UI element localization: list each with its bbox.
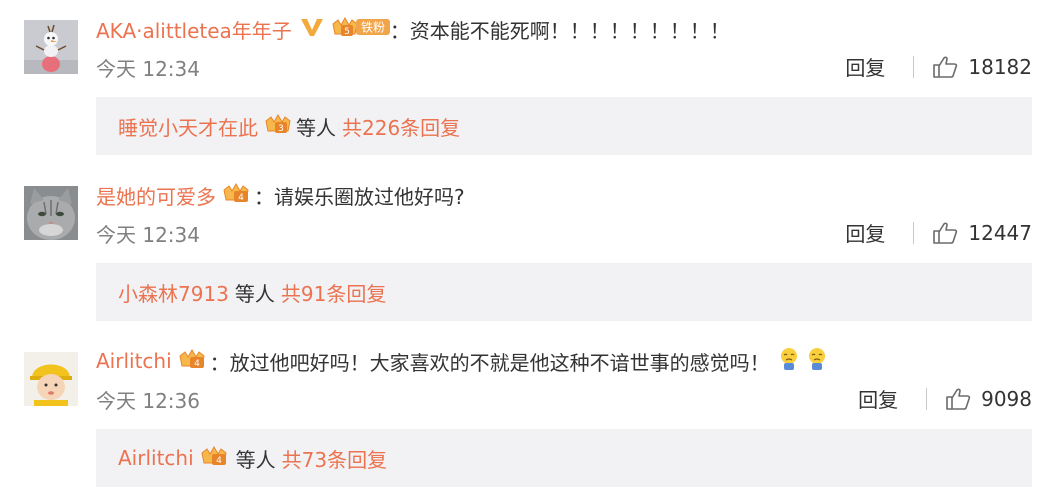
comment-line: Airlitchi 4 ：放过他吧好吗！大家喜欢的不就是他这种不谙世事的感觉吗！ xyxy=(96,346,828,376)
divider xyxy=(926,387,928,410)
username-link[interactable]: 是她的可爱多 xyxy=(96,181,216,210)
svg-text:3: 3 xyxy=(278,124,284,134)
avatar[interactable] xyxy=(24,186,78,240)
thumb-up-icon xyxy=(946,388,971,410)
comment-actions: 回复 9098 xyxy=(858,384,1032,413)
fan-badge-label: 铁粉 xyxy=(361,20,385,34)
reply-summary: 小森林7913 等人 共91条回复 xyxy=(96,263,1032,321)
svg-text:4: 4 xyxy=(238,193,244,203)
like-button[interactable]: 12447 xyxy=(932,221,1032,245)
like-count: 12447 xyxy=(968,220,1032,245)
crown-badge-icon: 4 xyxy=(200,445,232,472)
like-count: 18182 xyxy=(968,54,1032,79)
comment-text: ：请娱乐圈放过他好吗? xyxy=(254,184,465,209)
comment-text: ：放过他吧好吗！大家喜欢的不就是他这种不谙世事的感觉吗！ xyxy=(209,350,770,375)
reply-summary: Airlitchi 4 等人 共73条回复 xyxy=(96,429,1032,487)
avatar[interactable] xyxy=(24,20,78,74)
divider xyxy=(913,55,915,78)
view-replies-link[interactable]: 共91条回复 xyxy=(281,278,386,307)
fan-badge[interactable]: 铁粉 xyxy=(355,17,390,42)
username-link[interactable]: Airlitchi xyxy=(96,349,172,373)
like-button[interactable]: 18182 xyxy=(932,55,1032,79)
avatar[interactable] xyxy=(24,352,78,406)
svg-text:5: 5 xyxy=(344,27,350,37)
comment-time: 今天 12:34 xyxy=(96,57,200,81)
reply-button[interactable]: 回复 xyxy=(845,52,885,81)
sad-emoji-icon xyxy=(778,347,800,376)
reply-button[interactable]: 回复 xyxy=(858,384,898,413)
like-count: 9098 xyxy=(981,386,1032,411)
comment-actions: 回复 12447 xyxy=(845,218,1032,247)
comment-time: 今天 12:36 xyxy=(96,389,200,413)
vip-v-icon xyxy=(300,17,324,42)
thumb-up-icon xyxy=(933,56,958,78)
username-link[interactable]: AKA·alittletea年年子 xyxy=(96,15,292,44)
view-replies-link[interactable]: 共73条回复 xyxy=(282,444,387,473)
comment-line: AKA·alittletea年年子 5 铁粉 ：资本能不能死啊！！！！！！！！！ xyxy=(96,14,730,44)
comment-line: 是她的可爱多 4 ：请娱乐圈放过他好吗? xyxy=(96,180,465,210)
crown-badge-icon[interactable]: 4 xyxy=(222,182,254,209)
comment-time: 今天 12:34 xyxy=(96,223,200,247)
reply-etc-label: 等人 xyxy=(235,447,276,472)
reply-username[interactable]: Airlitchi xyxy=(118,446,194,470)
sad-emoji-icon xyxy=(806,347,828,376)
comment-actions: 回复 18182 xyxy=(845,52,1032,81)
reply-summary: 睡觉小天才在此 3 等人 共226条回复 xyxy=(96,97,1032,155)
comment-text: ：资本能不能死啊！！！！！！！！！ xyxy=(389,18,730,43)
thumb-up-icon xyxy=(933,222,958,244)
reply-etc-label: 等人 xyxy=(296,115,336,140)
view-replies-link[interactable]: 共226条回复 xyxy=(342,112,460,141)
reply-button[interactable]: 回复 xyxy=(845,218,885,247)
reply-etc-label: 等人 xyxy=(234,281,275,306)
reply-username[interactable]: 睡觉小天才在此 xyxy=(118,112,258,141)
reply-username[interactable]: 小森林7913 xyxy=(118,278,229,307)
like-button[interactable]: 9098 xyxy=(945,387,1032,411)
crown-badge-icon: 3 xyxy=(264,113,292,140)
svg-text:4: 4 xyxy=(216,456,222,466)
crown-badge-icon[interactable]: 4 xyxy=(178,348,210,375)
divider xyxy=(913,221,915,244)
svg-text:4: 4 xyxy=(194,359,200,369)
